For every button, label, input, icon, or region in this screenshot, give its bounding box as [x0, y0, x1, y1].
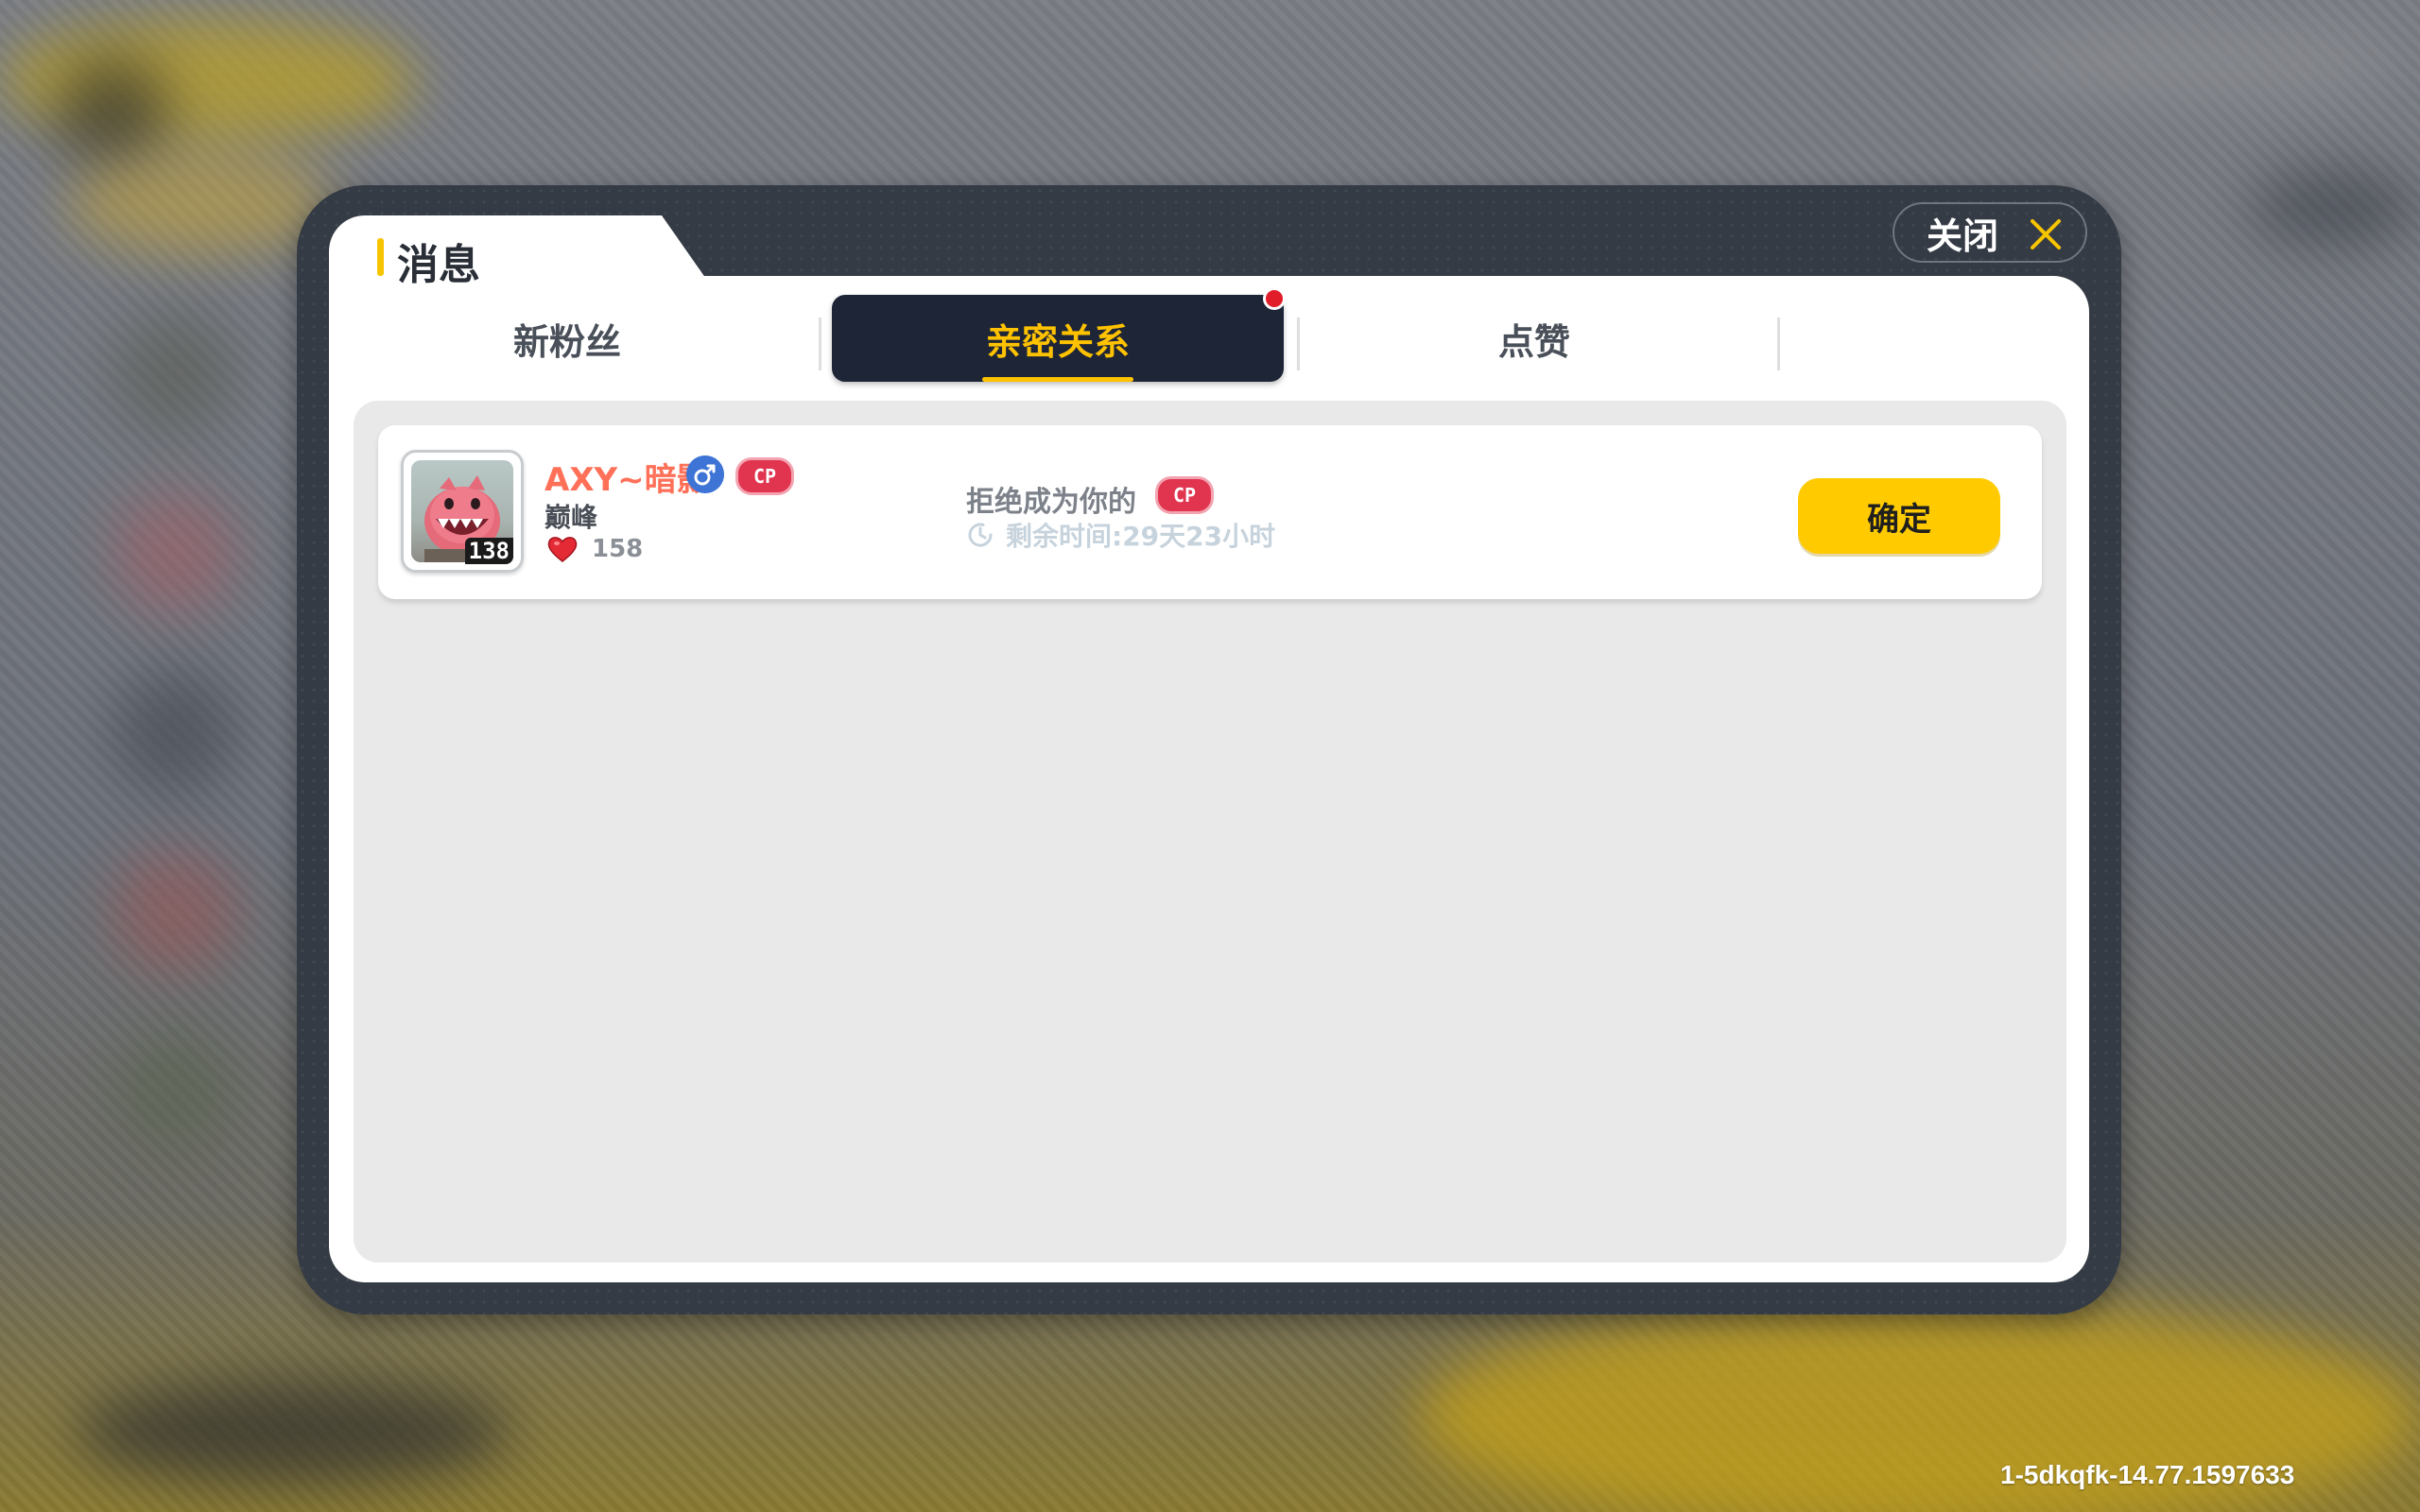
bg-blur [66, 151, 331, 255]
username[interactable]: AXY~暗影 [544, 454, 709, 500]
notification-list: 138 AXY~暗影 CP 巅峰 158 拒绝成为你的 CP 剩余时间:29天2… [354, 401, 2066, 1263]
confirm-button[interactable]: 确定 [1798, 478, 2000, 554]
active-tab-underline [982, 377, 1133, 382]
male-icon [686, 455, 724, 493]
avatar[interactable]: 138 [401, 450, 524, 573]
tab-divider [819, 318, 821, 370]
close-label: 关闭 [1927, 215, 1999, 257]
bg-blur [76, 1380, 510, 1484]
bg-blur [2250, 170, 2420, 246]
cp-badge: CP [735, 457, 795, 495]
notification-message: 拒绝成为你的 [966, 478, 1136, 520]
tab-bar: 新粉丝 亲密关系 点赞 [329, 276, 2089, 408]
build-id: 1-5dkqfk-14.77.1597633 [2000, 1460, 2295, 1489]
bg-blur [57, 57, 170, 170]
bg-blur [113, 850, 236, 973]
message-cp-badge: CP [1155, 476, 1215, 514]
tab-label: 点赞 [1497, 320, 1570, 363]
tab-intimate-relations[interactable]: 亲密关系 [832, 287, 1286, 382]
message-dialog: 消息 关闭 新粉丝 亲密关系 点赞 138 AXY~暗影 CP 巅峰 158 拒… [297, 185, 2121, 1314]
rank-label: 巅峰 [544, 502, 598, 533]
bg-blur [113, 312, 236, 435]
tab-new-fans[interactable]: 新粉丝 [386, 295, 749, 382]
bg-blur [1985, 19, 2401, 104]
tab-label: 亲密关系 [985, 320, 1130, 363]
close-icon [2031, 219, 2061, 249]
message-text: 拒绝成为你的 [966, 486, 1136, 519]
panel-content: 新粉丝 亲密关系 点赞 138 AXY~暗影 CP 巅峰 158 拒绝成为你的 … [329, 276, 2089, 1282]
tab-likes[interactable]: 点赞 [1312, 295, 1756, 382]
bg-blur [113, 1030, 236, 1153]
list-item: 138 AXY~暗影 CP 巅峰 158 拒绝成为你的 CP 剩余时间:29天2… [378, 425, 2042, 599]
close-button[interactable]: 关闭 [1893, 202, 2087, 263]
remaining-time: 剩余时间:29天23小时 [966, 516, 1275, 554]
avatar-level: 138 [464, 538, 513, 564]
notification-dot [1263, 287, 1286, 310]
bg-blur [113, 491, 236, 614]
remaining-time-text: 剩余时间:29天23小时 [1006, 521, 1276, 552]
clock-icon [968, 523, 993, 547]
tab-label: 新粉丝 [512, 320, 621, 363]
likes-count: 158 [592, 535, 644, 563]
tab-divider [1297, 318, 1300, 370]
title-accent-bar [377, 238, 384, 276]
heart-icon [547, 537, 578, 562]
tab-divider [1777, 318, 1780, 370]
bg-blur [113, 671, 236, 794]
